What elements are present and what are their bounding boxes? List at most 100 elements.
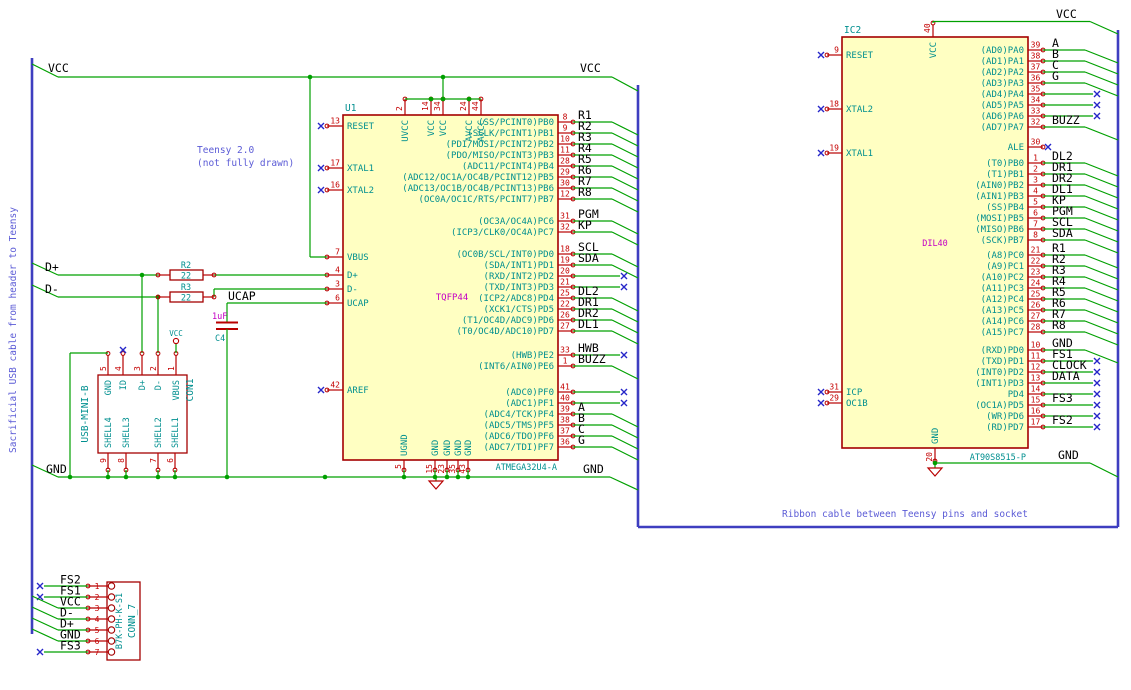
pin-number: 13: [1031, 374, 1041, 383]
net-label-VCC[interactable]: VCC: [48, 61, 69, 75]
net-label-FS3[interactable]: FS3: [1052, 391, 1073, 405]
pin-number: 32: [1031, 118, 1041, 127]
r3-value: 22: [181, 294, 191, 304]
net-label-DATA[interactable]: DATA: [1052, 369, 1080, 383]
pin-number: 21: [560, 278, 570, 287]
pin-number: 30: [560, 179, 570, 188]
pin-name: ALE: [1008, 143, 1024, 153]
pin-name: XTAL1: [347, 164, 374, 174]
net-label-G[interactable]: G: [1052, 69, 1059, 83]
junction-dot: [440, 96, 446, 102]
pin-name: (OC3A/OC4A)PC6: [478, 217, 554, 227]
bus-entry: [1084, 173, 1119, 188]
r3-ref: R3: [181, 283, 191, 293]
pin-number: 21: [1031, 246, 1041, 255]
bus-entry: [1084, 60, 1119, 75]
pin-number: 24: [459, 101, 468, 111]
no-connect-icon: [620, 283, 628, 291]
net-label-GND[interactable]: GND: [1058, 448, 1079, 462]
net-label-GND[interactable]: GND: [583, 462, 604, 476]
c4-ref: C4: [215, 334, 225, 344]
note-ribbon-cable: Ribbon cable between Teensy pins and soc…: [782, 509, 1028, 520]
net-label-DL1[interactable]: DL1: [578, 317, 599, 331]
net-label-BUZZ[interactable]: BUZZ: [578, 352, 606, 366]
net-label-D-[interactable]: D-: [45, 282, 59, 296]
pin-number: 2: [95, 593, 100, 602]
note-sacrificial-usb: Sacrificial USB cable from header to Tee…: [8, 207, 19, 453]
pin-name: (ADC4/TCK)PF4: [484, 410, 554, 420]
bus-entry: [611, 413, 639, 428]
net-label-SDA[interactable]: SDA: [1052, 226, 1073, 240]
pin-name: (INT0)PD2: [975, 368, 1024, 378]
pin-name: GND: [931, 428, 941, 444]
pin-number: 29: [829, 394, 839, 403]
pin-name: (MISO)PB6: [975, 225, 1024, 235]
pin-number: 18: [829, 100, 839, 109]
pin-number: 23: [437, 464, 446, 474]
pin-number: 9: [834, 46, 839, 55]
junction-dot: [105, 474, 111, 480]
net-label-GND[interactable]: GND: [46, 462, 67, 476]
pin-number: 38: [560, 416, 570, 425]
net-label-R8[interactable]: R8: [578, 185, 592, 199]
pin-name: XTAL1: [846, 149, 873, 159]
bus-entry: [1084, 309, 1119, 324]
no-connect-icon: [1093, 90, 1101, 98]
no-connect-icon: [620, 272, 628, 280]
vcc-power-symbol: [172, 337, 180, 345]
net-label-KP[interactable]: KP: [578, 218, 592, 232]
net-label-G[interactable]: G: [578, 433, 585, 447]
pin-name: (SS/PCINT0)PB0: [478, 118, 554, 128]
pin-number: 6: [1033, 209, 1038, 218]
pin-name: (AD3)PA3: [981, 79, 1024, 89]
bus-entry: [31, 628, 59, 642]
pin-name: (ICP2/ADC8)PD4: [478, 294, 554, 304]
pin-name: (SS)PB4: [986, 203, 1024, 213]
bus-entry: [1084, 184, 1119, 199]
pin-name: RESET: [347, 122, 375, 132]
no-connect-icon: [620, 351, 628, 359]
net-label-VCC[interactable]: VCC: [1056, 7, 1077, 21]
bus-entry: [609, 476, 639, 491]
pin-number: 20: [925, 452, 934, 462]
pin-name: VBUS: [172, 380, 182, 400]
no-connect-icon: [620, 388, 628, 396]
pin-number: 17: [1031, 418, 1041, 427]
pin-name: (HWB)PE2: [511, 351, 554, 361]
bus-entry: [611, 435, 639, 450]
net-label-FS3[interactable]: FS3: [60, 639, 81, 653]
net-label-D+[interactable]: D+: [45, 260, 59, 274]
pin-name: (A9)PC1: [986, 262, 1024, 272]
pin-number: 4: [95, 615, 100, 624]
pin-number: 26: [1031, 301, 1041, 310]
pin-number: 7: [335, 248, 340, 257]
pin-name: GND: [443, 440, 453, 456]
pin-name: (ADC0)PF0: [505, 388, 554, 398]
net-label-SDA[interactable]: SDA: [578, 251, 599, 265]
pin-name: SHELL3: [122, 417, 132, 448]
pin-name: (T0/OC4D/ADC10)PD7: [456, 327, 554, 337]
pin-name: VCC: [439, 120, 449, 136]
pin-number: 28: [1031, 323, 1041, 332]
pin-name: (ADC6/TDO)PF6: [484, 432, 554, 442]
pin-number: 7: [95, 648, 100, 657]
pin-number: 29: [560, 168, 570, 177]
pin-number: 44: [471, 101, 480, 111]
net-label-R8[interactable]: R8: [1052, 318, 1066, 332]
net-label-FS2[interactable]: FS2: [1052, 413, 1073, 427]
pin-number: 6: [166, 458, 175, 463]
pin-name: (INT6/AIN0)PE6: [478, 362, 554, 372]
pin-name: D+: [347, 271, 358, 281]
net-label-BUZZ[interactable]: BUZZ: [1052, 113, 1080, 127]
r2-ref: R2: [181, 261, 191, 271]
pin-name: (SDA/INT1)PD1: [484, 261, 554, 271]
pin-name: (RXD/INT2)PD2: [484, 272, 554, 282]
junction-dot: [307, 74, 313, 80]
u1-value: TQFP44: [436, 293, 469, 303]
junction-dot: [139, 272, 145, 278]
bus-entry: [1089, 20, 1119, 35]
pin-name: D+: [138, 380, 148, 390]
net-label-VCC[interactable]: VCC: [580, 61, 601, 75]
net-label-UCAP[interactable]: UCAP: [228, 289, 256, 303]
pin-number: 35: [1031, 85, 1041, 94]
